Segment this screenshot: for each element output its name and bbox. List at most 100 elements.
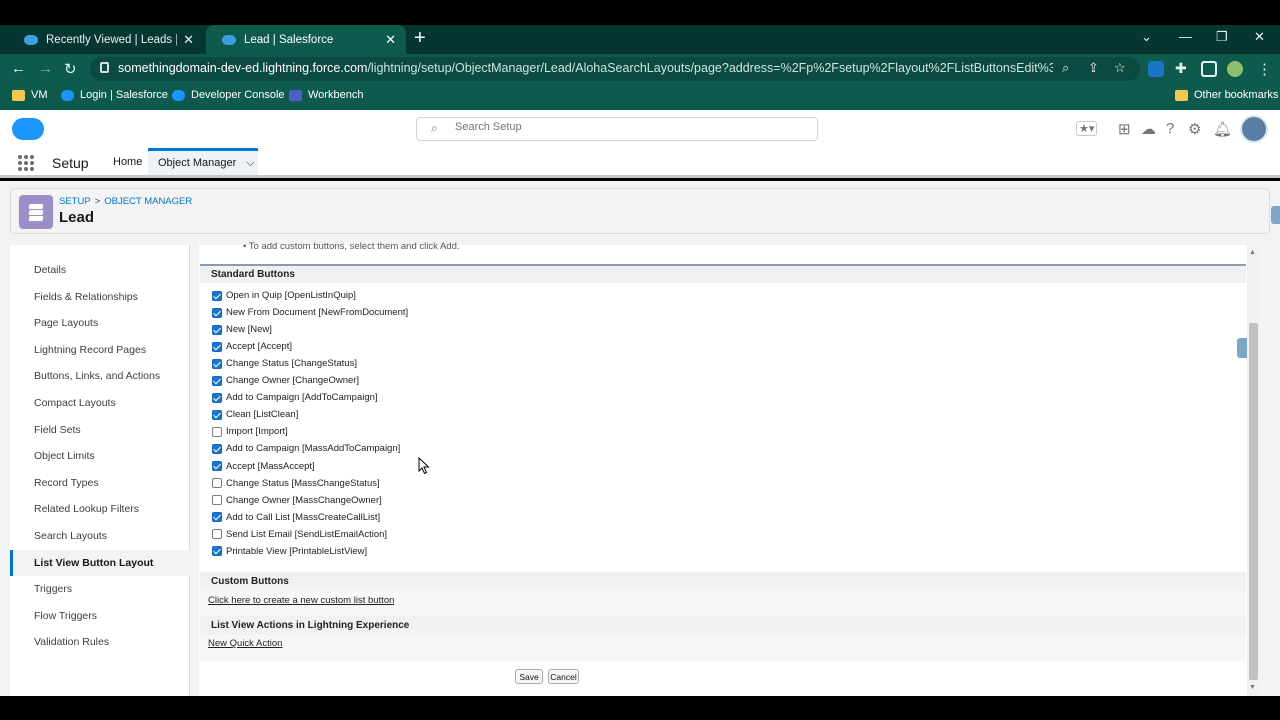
close-tab-icon[interactable]: ✕ [183,32,194,48]
new-tab-plus-icon[interactable]: + [414,27,426,50]
nav-item-home[interactable]: Home [113,148,142,175]
checked-checkbox[interactable] [212,341,222,352]
sidebar-item-validation-rules[interactable]: Validation Rules [10,629,190,655]
standard-button-row[interactable]: Clean [ListClean] [212,406,298,423]
unchecked-checkbox[interactable] [212,495,222,506]
tab-search-chevron-icon[interactable]: ⌄ [1141,29,1152,45]
extensions-puzzle-icon[interactable]: ✚ [1175,60,1187,77]
standard-button-row[interactable]: Accept [Accept] [212,338,292,355]
checked-checkbox[interactable] [212,443,222,454]
standard-button-row[interactable]: Send List Email [SendListEmailAction] [212,526,387,543]
standard-button-row[interactable]: Open in Quip [OpenListInQuip] [212,287,356,304]
user-avatar[interactable] [1240,115,1268,143]
standard-button-row[interactable]: Add to Campaign [AddToCampaign] [212,389,378,406]
address-bar[interactable]: somethingdomain-dev-ed.lightning.force.c… [90,57,1140,81]
zoom-magnifier-icon[interactable]: ⌕ [1062,60,1069,76]
favorites-star-icon[interactable]: ★▾ [1076,121,1098,136]
help-question-icon[interactable]: ? [1166,120,1174,137]
checked-checkbox[interactable] [212,409,222,420]
url-text[interactable]: somethingdomain-dev-ed.lightning.force.c… [118,61,1053,75]
collapse-panel-tab[interactable] [1237,338,1247,358]
sidebar-item-lightning-record-pages[interactable]: Lightning Record Pages [10,337,190,363]
bookmark-developer-console[interactable]: Developer Console [172,89,285,101]
sidebar-item-compact-layouts[interactable]: Compact Layouts [10,390,190,416]
checked-checkbox[interactable] [212,307,222,318]
checked-checkbox[interactable] [212,512,222,523]
chevron-down-icon[interactable]: ⌵ [246,157,254,170]
cancel-button[interactable]: Cancel [548,669,579,684]
checked-checkbox[interactable] [212,546,222,557]
close-tab-icon[interactable]: ✕ [385,32,396,48]
sidebar-item-search-layouts[interactable]: Search Layouts [10,523,190,549]
checked-checkbox[interactable] [212,358,222,369]
sidebar-item-field-sets[interactable]: Field Sets [10,417,190,443]
bookmark-vm[interactable]: VM [12,89,48,101]
sidebar-item-flow-triggers[interactable]: Flow Triggers [10,603,190,629]
standard-button-row[interactable]: Change Status [ChangeStatus] [212,355,357,372]
sidebar-item-triggers[interactable]: Triggers [10,576,190,602]
chrome-menu-icon[interactable]: ⋮ [1257,60,1272,78]
browser-tab-lead-salesforce[interactable]: Lead | Salesforce ✕ [206,25,406,54]
sidebar-item-list-view-button-layout[interactable]: List View Button Layout [10,549,190,576]
app-launcher-icon[interactable] [18,155,34,171]
sidebar-item-details[interactable]: Details [10,257,190,283]
breadcrumb-setup[interactable]: SETUP [59,196,91,207]
search-input[interactable] [455,121,795,133]
sidebar-item-object-limits[interactable]: Object Limits [10,443,190,469]
salesforce-logo-icon[interactable] [12,118,44,140]
sidebar-item-page-layouts[interactable]: Page Layouts [10,310,190,336]
forward-arrow-icon[interactable]: → [38,60,53,77]
notifications-bell-icon[interactable]: 🔔︎ [1213,120,1232,138]
standard-button-row[interactable]: Change Owner [ChangeOwner] [212,372,359,389]
minimize-icon[interactable]: — [1179,29,1192,44]
standard-button-row[interactable]: Change Owner [MassChangeOwner] [212,492,382,509]
scrollbar-thumb[interactable] [1249,323,1258,680]
nav-item-object-manager[interactable]: Object Manager ⌵ [148,148,258,175]
global-actions-plus-icon[interactable]: ⊞ [1118,120,1131,138]
standard-button-row[interactable]: New [New] [212,321,272,338]
standard-button-row[interactable]: Add to Call List [MassCreateCallList] [212,509,380,526]
share-icon[interactable]: ⇪ [1088,60,1099,76]
scroll-down-arrow-icon[interactable]: ▼ [1249,684,1256,691]
checked-checkbox[interactable] [212,392,222,403]
sidebar-item-record-types[interactable]: Record Types [10,470,190,496]
panel-handle[interactable] [1271,206,1280,224]
unchecked-checkbox[interactable] [212,478,222,489]
checked-checkbox[interactable] [212,324,222,335]
bookmark-login-salesforce[interactable]: Login | Salesforce [61,89,168,101]
checked-checkbox[interactable] [212,375,222,386]
extension-cloud-icon[interactable] [1148,61,1164,77]
standard-button-row[interactable]: New From Document [NewFromDocument] [212,304,408,321]
unchecked-checkbox[interactable] [212,529,222,540]
standard-button-row[interactable]: Import [Import] [212,423,288,440]
scroll-up-arrow-icon[interactable]: ▲ [1249,249,1256,256]
standard-button-row[interactable]: Printable View [PrintableListView] [212,543,367,560]
browser-tab-recently-viewed-leads[interactable]: Recently Viewed | Leads | Salesfo ✕ [8,25,204,54]
sidebar-item-buttons-links-and-actions[interactable]: Buttons, Links, and Actions [10,363,190,389]
setup-gear-icon[interactable]: ⚙ [1188,120,1201,138]
breadcrumb-object-manager[interactable]: OBJECT MANAGER [104,196,192,207]
reload-icon[interactable]: ↻ [64,60,77,78]
back-arrow-icon[interactable]: ← [11,60,26,77]
bookmark-workbench[interactable]: Workbench [289,89,363,101]
trailhead-icon[interactable]: ☁ [1141,120,1156,138]
unchecked-checkbox[interactable] [212,426,222,437]
profile-avatar-icon[interactable] [1227,61,1243,77]
standard-button-row[interactable]: Add to Campaign [MassAddToCampaign] [212,440,400,457]
restore-icon[interactable]: ❐ [1216,29,1228,45]
bookmark-star-icon[interactable]: ☆ [1114,60,1126,76]
save-button[interactable]: Save [515,669,543,684]
side-panel-icon[interactable] [1201,61,1217,77]
standard-button-row[interactable]: Change Status [MassChangeStatus] [212,475,380,492]
sidebar-item-fields-relationships[interactable]: Fields & Relationships [10,284,190,310]
create-custom-list-button-link[interactable]: Click here to create a new custom list b… [208,595,394,606]
close-window-icon[interactable]: ✕ [1254,29,1265,45]
other-bookmarks[interactable]: Other bookmarks [1175,89,1278,101]
checked-checkbox[interactable] [212,290,222,301]
new-quick-action-link[interactable]: New Quick Action [208,638,282,649]
workbench-cube-icon [289,89,302,101]
standard-button-row[interactable]: Accept [MassAccept] [212,458,315,475]
checked-checkbox[interactable] [212,461,222,471]
setup-search-box[interactable]: ⌕ [416,117,818,141]
sidebar-item-related-lookup-filters[interactable]: Related Lookup Filters [10,496,190,522]
